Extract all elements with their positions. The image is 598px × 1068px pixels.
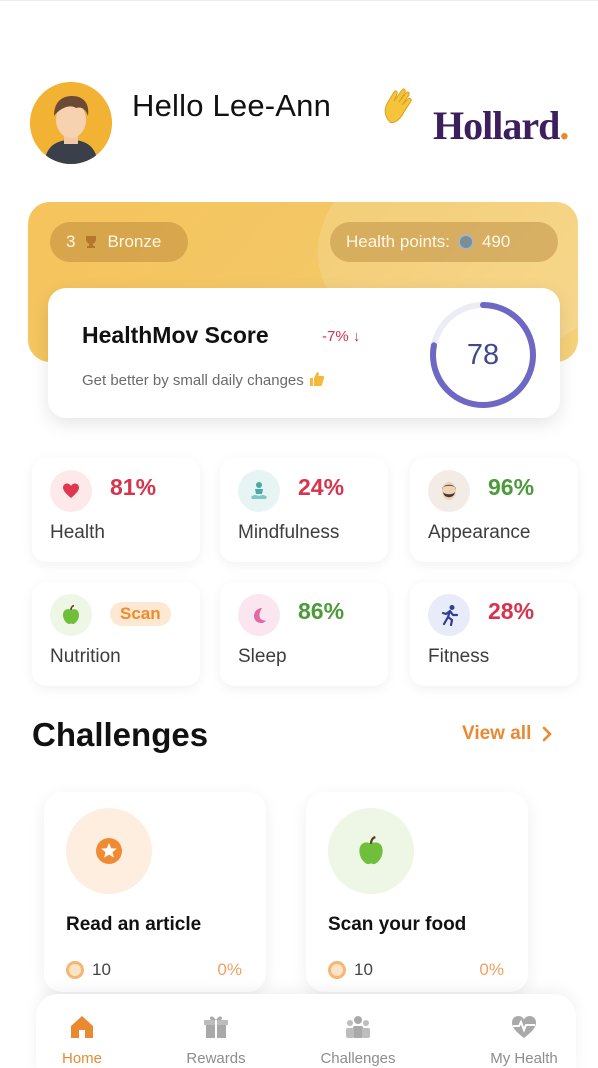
score-value: 78 bbox=[466, 338, 500, 371]
stat-tile-appearance[interactable]: 96% Appearance bbox=[410, 458, 578, 562]
points-value: 490 bbox=[481, 232, 511, 251]
waving-hand-icon bbox=[376, 84, 420, 128]
brand-logo: Hollard. bbox=[433, 102, 569, 149]
meditation-icon bbox=[238, 470, 280, 512]
challenge-name: Read an article bbox=[66, 914, 202, 935]
gift-icon bbox=[204, 1016, 228, 1038]
tier-badge[interactable]: 3 Bronze bbox=[50, 222, 188, 262]
bottom-navigation: Home Rewards Challenges My Health bbox=[36, 994, 576, 1068]
points-coin-icon bbox=[328, 961, 346, 979]
points-coin-icon bbox=[457, 234, 474, 250]
heart-icon bbox=[50, 470, 92, 512]
face-icon bbox=[428, 470, 470, 512]
logo-dot: . bbox=[559, 103, 569, 148]
nav-item-home[interactable]: Home bbox=[22, 1012, 142, 1067]
score-subtitle-text: Get better by small daily changes bbox=[82, 372, 304, 389]
nav-item-my-health[interactable]: My Health bbox=[464, 1012, 584, 1067]
health-points-badge[interactable]: Health points: 490 bbox=[330, 222, 558, 262]
moon-icon bbox=[238, 594, 280, 636]
stat-label: Mindfulness bbox=[238, 522, 340, 543]
challenge-name: Scan your food bbox=[328, 914, 467, 935]
stat-value: 24% bbox=[298, 474, 345, 500]
score-change: -7% ↓ bbox=[322, 328, 361, 345]
challenge-points-value: 10 bbox=[354, 960, 373, 979]
challenge-points: 10 bbox=[328, 960, 373, 980]
challenges-heading: Challenges bbox=[32, 716, 209, 753]
stat-label: Health bbox=[50, 522, 105, 543]
stat-label: Appearance bbox=[428, 522, 531, 543]
chevron-right-icon bbox=[543, 726, 553, 742]
challenge-card-scan-food[interactable]: Scan your food 10 0% bbox=[306, 792, 528, 992]
points-coin-icon bbox=[66, 961, 84, 979]
tier-count: 3 bbox=[66, 232, 76, 251]
view-all-link[interactable]: View all bbox=[462, 723, 553, 745]
avatar[interactable] bbox=[30, 82, 112, 164]
thumbs-up-icon bbox=[308, 372, 326, 389]
challenge-card-read-article[interactable]: Read an article 10 0% bbox=[44, 792, 266, 992]
nav-item-challenges[interactable]: Challenges bbox=[298, 1012, 418, 1067]
stat-value: 96% bbox=[488, 474, 535, 500]
running-icon bbox=[428, 594, 470, 636]
trophy-icon bbox=[86, 236, 97, 248]
heartbeat-icon bbox=[512, 1016, 536, 1038]
stat-tile-mindfulness[interactable]: 24% Mindfulness bbox=[220, 458, 388, 562]
stat-value: 81% bbox=[110, 474, 157, 500]
score-title: HealthMov Score bbox=[82, 322, 269, 348]
healthmov-score-card[interactable]: HealthMov Score -7% ↓ Get better by smal… bbox=[48, 288, 560, 418]
nav-item-rewards[interactable]: Rewards bbox=[156, 1012, 276, 1067]
stat-tile-fitness[interactable]: 28% Fitness bbox=[410, 582, 578, 686]
tier-name: Bronze bbox=[107, 232, 162, 251]
score-subtitle: Get better by small daily changes bbox=[82, 370, 326, 389]
greeting-text: Hello Lee-Ann bbox=[132, 88, 332, 123]
star-badge-icon bbox=[66, 808, 152, 894]
challenge-points-value: 10 bbox=[92, 960, 111, 979]
stat-tile-nutrition[interactable]: Scan Nutrition bbox=[32, 582, 200, 686]
points-label: Health points: bbox=[346, 232, 450, 251]
view-all-label: View all bbox=[462, 723, 532, 744]
stat-value: 86% bbox=[298, 598, 345, 624]
scan-button[interactable]: Scan bbox=[110, 602, 171, 626]
stat-value: 28% bbox=[488, 598, 535, 624]
group-icon bbox=[346, 1016, 370, 1038]
challenge-points: 10 bbox=[66, 960, 111, 980]
home-icon bbox=[71, 1016, 93, 1038]
challenge-progress: 0% bbox=[479, 960, 504, 979]
stat-label: Sleep bbox=[238, 646, 287, 667]
stat-tile-sleep[interactable]: 86% Sleep bbox=[220, 582, 388, 686]
apple-icon bbox=[328, 808, 414, 894]
nav-label: Home bbox=[61, 1050, 102, 1067]
challenge-progress: 0% bbox=[217, 960, 242, 979]
stat-label: Fitness bbox=[428, 646, 490, 667]
nav-label: My Health bbox=[490, 1050, 558, 1067]
nav-label: Challenges bbox=[320, 1050, 396, 1067]
logo-text: Hollard bbox=[433, 103, 560, 148]
apple-icon bbox=[50, 594, 92, 636]
top-divider bbox=[0, 0, 598, 10]
nav-label: Rewards bbox=[186, 1050, 246, 1067]
stat-label: Nutrition bbox=[50, 646, 121, 667]
stat-tile-health[interactable]: 81% Health bbox=[32, 458, 200, 562]
